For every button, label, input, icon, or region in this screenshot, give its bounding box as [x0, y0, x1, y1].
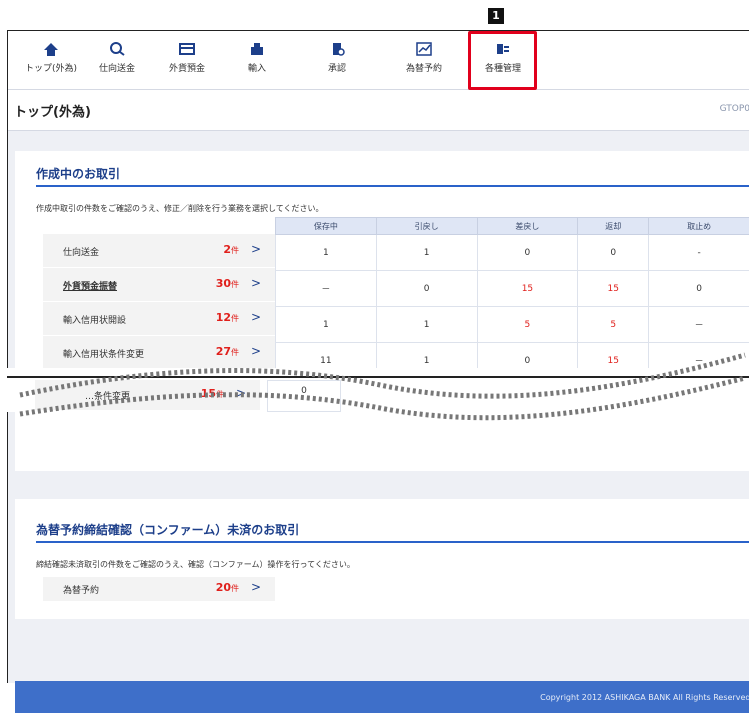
torn-edge-dots [0, 0, 749, 682]
footer: Copyright 2012 ASHIKAGA BANK All Rights … [15, 681, 749, 713]
copyright: Copyright 2012 ASHIKAGA BANK All Rights … [540, 693, 749, 702]
